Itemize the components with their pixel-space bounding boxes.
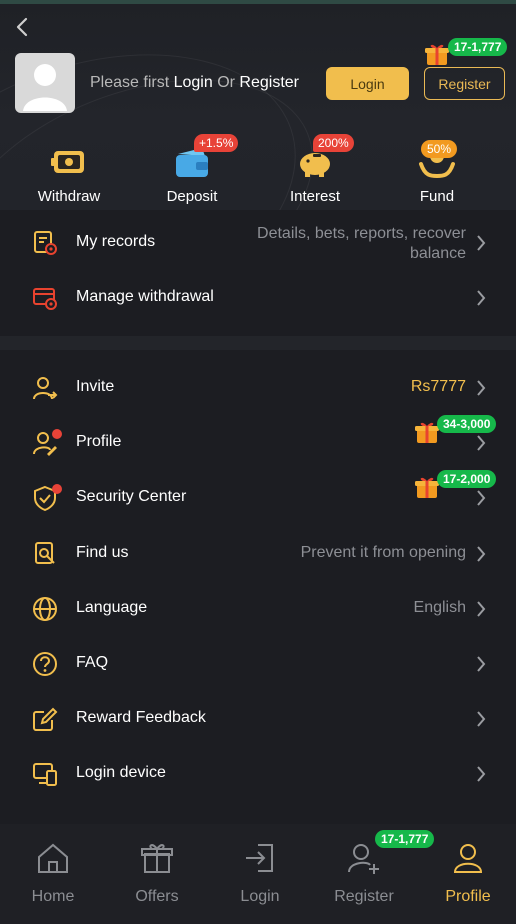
chevron-right-icon	[477, 711, 486, 727]
login-prompt: Please first Login Or Register	[90, 74, 299, 92]
withdraw-icon	[51, 151, 84, 173]
home-icon	[38, 843, 68, 873]
records-icon	[34, 231, 57, 255]
security-bonus-badge: 17-2,000	[437, 470, 497, 488]
gift-icon	[141, 844, 173, 873]
chevron-right-icon	[477, 546, 486, 562]
menu-item-label: Invite	[76, 378, 115, 395]
fund-bonus-badge: 50%	[421, 140, 458, 158]
chevron-right-icon	[477, 490, 486, 506]
avatar[interactable]	[15, 53, 75, 113]
chevron-right-icon	[477, 656, 486, 672]
login-button[interactable]: Login	[326, 67, 409, 100]
find-us-icon	[35, 542, 55, 564]
register-button[interactable]: Register	[424, 67, 505, 100]
menu-item-invite[interactable]: Invite Rs7777	[0, 360, 516, 415]
menu-item-language[interactable]: Language English	[0, 581, 516, 636]
quick-withdraw[interactable]: Withdraw	[19, 142, 119, 205]
nav-label: Offers	[135, 888, 179, 905]
chevron-right-icon	[477, 290, 486, 306]
back-arrow-icon[interactable]	[12, 16, 34, 38]
profile-icon	[453, 844, 483, 873]
question-icon	[33, 652, 57, 676]
quick-fund[interactable]: 50% Fund	[387, 140, 487, 205]
chevron-right-icon	[477, 435, 486, 451]
description-line: Details, bets, reports, recover	[257, 225, 466, 242]
menu-item-value: Prevent it from opening	[300, 544, 466, 561]
quick-deposit-label: Deposit	[166, 188, 218, 205]
nav-item-offers[interactable]: Offers	[112, 841, 202, 906]
default-avatar-icon	[23, 64, 67, 111]
globe-icon	[33, 597, 57, 621]
quick-fund-label: Fund	[419, 188, 455, 205]
menu-item-label: My records	[76, 233, 156, 250]
menu-item-manage-withdrawal[interactable]: Manage withdrawal	[0, 270, 516, 325]
section-divider	[0, 336, 516, 350]
quick-withdraw-label: Withdraw	[37, 188, 101, 205]
invite-user-icon	[33, 377, 58, 400]
nav-label: Profile	[445, 888, 491, 905]
devices-icon	[33, 763, 57, 786]
prompt-register-link[interactable]: Register	[239, 74, 299, 91]
prompt-login-link[interactable]: Login	[174, 74, 213, 91]
profile-header: Please first Login Or Register Login Reg…	[0, 4, 516, 210]
menu-item-my-records[interactable]: My records Details, bets, reports, recov…	[0, 215, 516, 270]
register-bonus-badge: 17-1,777	[448, 38, 508, 56]
quick-interest[interactable]: 200% Interest	[265, 134, 365, 205]
gift-icon	[425, 44, 449, 65]
settings-section: Invite Rs7777 Profile 34-3,000 Security …	[0, 350, 516, 815]
menu-item-reward-feedback[interactable]: Reward Feedback	[0, 691, 516, 746]
menu-item-security-center[interactable]: Security Center 17-2,000	[0, 470, 516, 525]
description-line: balance	[409, 245, 466, 262]
feedback-edit-icon	[33, 707, 58, 731]
menu-item-label: Language	[76, 599, 148, 616]
menu-item-profile[interactable]: Profile 34-3,000	[0, 415, 516, 470]
deposit-bonus-badge: +1.5%	[194, 134, 239, 152]
notification-dot	[52, 484, 62, 494]
quick-deposit[interactable]: +1.5% Deposit	[142, 134, 242, 205]
records-section: My records Details, bets, reports, recov…	[0, 210, 516, 335]
nav-item-register[interactable]: Register	[319, 841, 409, 906]
chevron-right-icon	[477, 601, 486, 617]
add-user-icon	[348, 844, 379, 874]
menu-item-label: Manage withdrawal	[76, 288, 214, 305]
menu-item-find-us[interactable]: Find us Prevent it from opening	[0, 526, 516, 581]
prompt-prefix: Please first	[90, 74, 174, 91]
chevron-right-icon	[477, 766, 486, 782]
menu-item-label: Profile	[76, 433, 122, 450]
interest-bonus-badge: 200%	[313, 134, 354, 152]
menu-item-label: Reward Feedback	[76, 709, 206, 726]
nav-item-profile[interactable]: Profile	[423, 841, 513, 906]
menu-item-label: FAQ	[76, 654, 109, 671]
chevron-right-icon	[477, 380, 486, 396]
nav-label: Register	[334, 888, 394, 905]
chevron-right-icon	[477, 235, 486, 251]
nav-label: Home	[31, 888, 75, 905]
bottom-nav: Home Offers Login Register 17-1,777 Prof…	[0, 824, 516, 924]
withdrawal-card-icon	[33, 288, 57, 310]
nav-item-home[interactable]: Home	[8, 841, 98, 906]
menu-item-label: Security Center	[76, 488, 187, 505]
nav-item-login[interactable]: Login	[215, 841, 305, 906]
notification-dot	[52, 429, 62, 439]
menu-item-description: Details, bets, reports, recover balance	[257, 224, 466, 264]
menu-item-label: Find us	[76, 544, 129, 561]
login-icon	[246, 844, 273, 872]
menu-item-login-device[interactable]: Login device	[0, 746, 516, 801]
menu-item-faq[interactable]: FAQ	[0, 636, 516, 691]
prompt-or: Or	[212, 74, 240, 91]
menu-item-value: English	[413, 599, 466, 616]
quick-interest-label: Interest	[289, 188, 341, 205]
profile-bonus-badge: 34-3,000	[437, 415, 497, 433]
nav-label: Login	[240, 888, 280, 905]
invite-reward-value: Rs7777	[410, 378, 466, 395]
menu-item-label: Login device	[76, 764, 166, 781]
